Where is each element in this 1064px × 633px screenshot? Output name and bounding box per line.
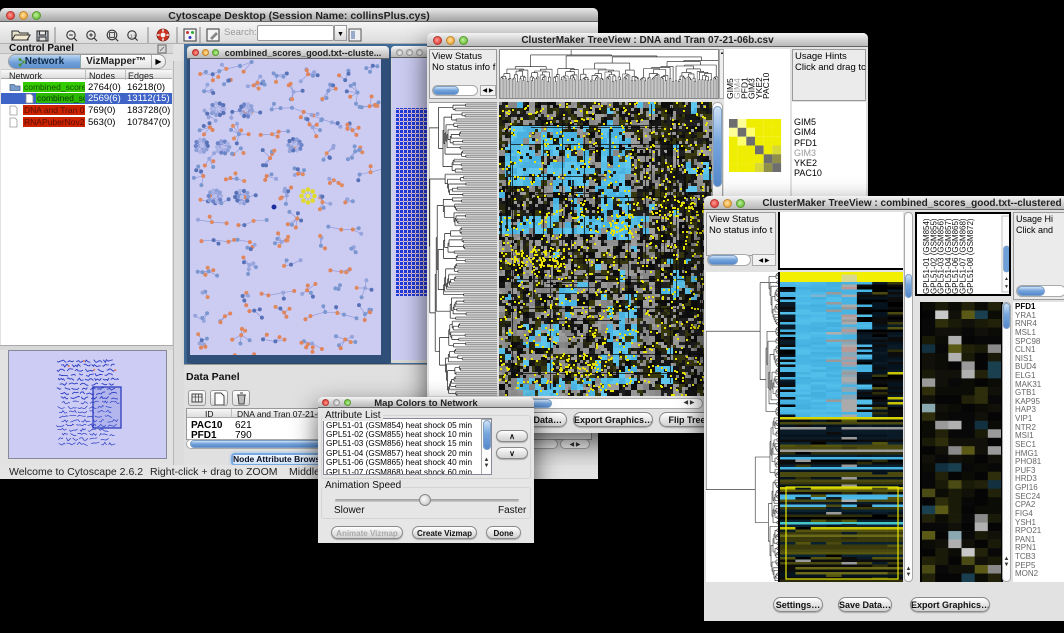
svg-text:▲: ▲	[1004, 276, 1009, 282]
svg-text:GPL51-08 (GSM872): GPL51-08 (GSM872)	[966, 218, 975, 294]
svg-text:▼: ▼	[1004, 284, 1009, 290]
svg-text:PAC10: PAC10	[761, 72, 771, 99]
svg-text:1:1: 1:1	[130, 34, 137, 39]
